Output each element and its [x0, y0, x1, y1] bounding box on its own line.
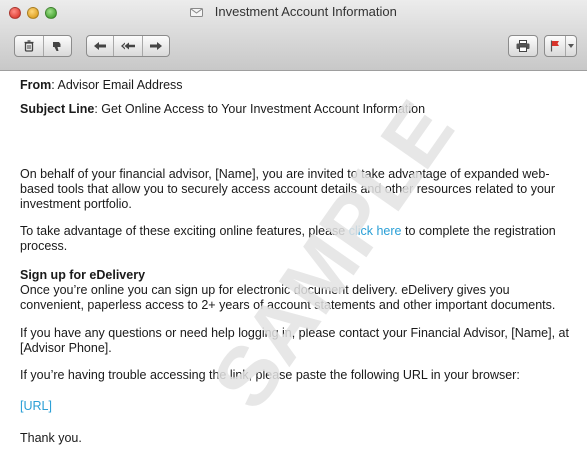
window-title-wrap: Investment Account Information	[0, 4, 587, 19]
reply-forward-group	[86, 35, 170, 57]
flag-dropdown[interactable]	[566, 36, 576, 56]
delete-button[interactable]	[15, 36, 44, 56]
reply-all-icon	[121, 42, 135, 50]
flag-button[interactable]	[544, 35, 577, 57]
junk-button[interactable]	[44, 36, 72, 56]
print-button-face	[509, 36, 537, 56]
flag-icon	[551, 40, 560, 52]
flag-button-face	[545, 36, 567, 56]
reply-button[interactable]	[87, 36, 115, 56]
contact-paragraph: If you have any questions or need help l…	[20, 326, 569, 355]
reply-icon	[94, 42, 107, 50]
edelivery-section: Sign up for eDelivery Once you’re online …	[20, 268, 576, 313]
url-link[interactable]: [URL]	[20, 399, 52, 413]
delete-icon	[24, 40, 34, 52]
from-label: From	[20, 78, 52, 92]
reply-all-button[interactable]	[114, 36, 143, 56]
junk-icon	[53, 42, 61, 51]
from-line: From: Advisor Email Address	[20, 78, 576, 93]
registration-text-before: To take advantage of these exciting onli…	[20, 224, 349, 238]
closing-line: Thank you.	[20, 431, 82, 445]
click-here-link[interactable]: click here	[349, 224, 402, 238]
forward-icon	[149, 42, 162, 50]
chevron-down-icon	[568, 44, 575, 48]
window-title: Investment Account Information	[214, 4, 397, 19]
envelope-icon	[190, 8, 204, 17]
mail-window: Investment Account Information From: Adv…	[0, 0, 587, 460]
print-button[interactable]	[508, 35, 538, 57]
subject-line: Subject Line: Get Online Access to Your …	[20, 102, 576, 117]
registration-paragraph: To take advantage of these exciting onli…	[20, 224, 576, 254]
from-value: : Advisor Email Address	[51, 78, 183, 92]
subject-value: : Get Online Access to Your Investment A…	[94, 102, 426, 116]
intro-paragraph: On behalf of your financial advisor, [Na…	[20, 167, 556, 211]
edelivery-heading: Sign up for eDelivery	[20, 268, 146, 282]
print-icon	[516, 40, 530, 52]
forward-button[interactable]	[143, 36, 169, 56]
title-bar: Investment Account Information	[0, 0, 587, 71]
subject-label: Subject Line	[20, 102, 95, 116]
url-link-line: [URL]	[20, 399, 576, 414]
url-instructions: If you’re having trouble accessing the l…	[20, 368, 520, 382]
edelivery-text: Once you’re online you can sign up for e…	[20, 283, 556, 312]
delete-junk-group	[14, 35, 72, 57]
